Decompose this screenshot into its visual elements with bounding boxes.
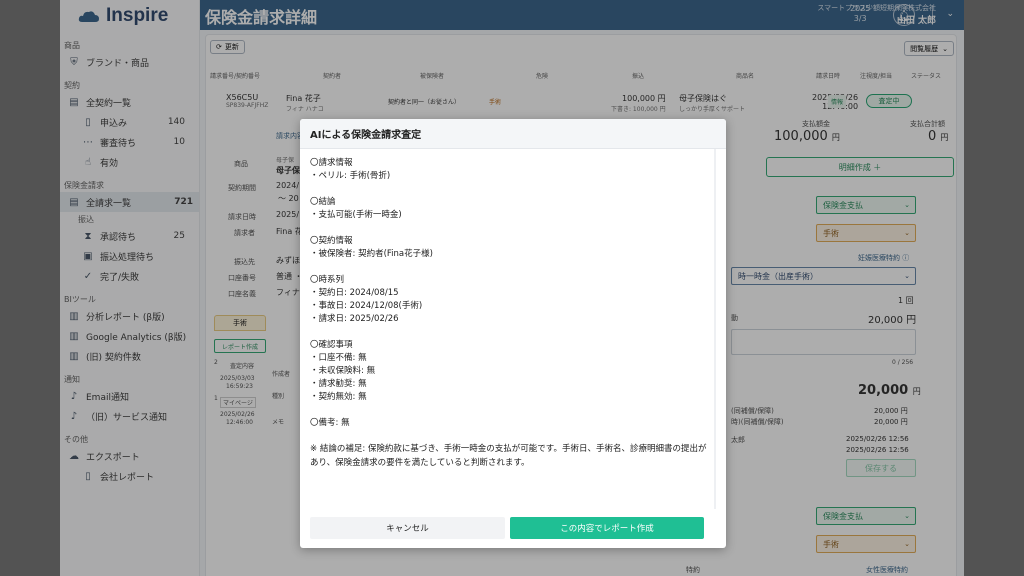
modal-scrollbar[interactable] [714,149,716,509]
section-line: ・契約無効: 無 [310,392,367,402]
section-contract-info: 〇契約情報 ・被保険者: 契約者(Fina花子様) [310,235,710,261]
modal-title: AIによる保険金請求査定 [300,119,726,149]
section-line: ・事故日: 2024/12/08(手術) [310,301,423,311]
modal-footer: キャンセル この内容でレポート作成 [300,511,726,548]
section-line: ・契約日: 2024/08/15 [310,288,399,298]
section-title: 〇備考: 無 [310,418,350,428]
section-timeline: 〇時系列 ・契約日: 2024/08/15 ・事故日: 2024/12/08(手… [310,274,710,326]
section-title: 〇確認事項 [310,340,353,350]
section-conclusion: 〇結論 ・支払可能(手術一時金) [310,196,710,222]
cancel-button[interactable]: キャンセル [310,517,505,539]
section-line: ・未収保険料: 無 [310,366,376,376]
modal-body: 〇請求情報 ・ペリル: 手術(骨折) 〇結論 ・支払可能(手術一時金) 〇契約情… [310,157,710,470]
conclusion-note: ※ 結論の補足: 保険約款に基づき、手術一時金の支払が可能です。手術日、手術名、… [310,444,707,468]
section-title: 〇請求情報 [310,158,353,168]
section-title: 〇結論 [310,197,336,207]
section-remarks: 〇備考: 無 [310,417,710,430]
section-line: ・口座不備: 無 [310,353,367,363]
section-line: ・請求日: 2025/02/26 [310,314,399,324]
section-line: ・ペリル: 手術(骨折) [310,171,391,181]
section-title: 〇契約情報 [310,236,353,246]
section-claim-info: 〇請求情報 ・ペリル: 手術(骨折) [310,157,710,183]
section-line: ・被保険者: 契約者(Fina花子様) [310,249,433,259]
ai-assessment-modal: AIによる保険金請求査定 〇請求情報 ・ペリル: 手術(骨折) 〇結論 ・支払可… [300,119,726,548]
section-title: 〇時系列 [310,275,345,285]
section-line: ・請求勧奨: 無 [310,379,367,389]
section-checks: 〇確認事項 ・口座不備: 無 ・未収保険料: 無 ・請求勧奨: 無 ・契約無効:… [310,339,710,404]
section-line: ・支払可能(手術一時金) [310,210,402,220]
create-report-button[interactable]: この内容でレポート作成 [510,517,704,539]
